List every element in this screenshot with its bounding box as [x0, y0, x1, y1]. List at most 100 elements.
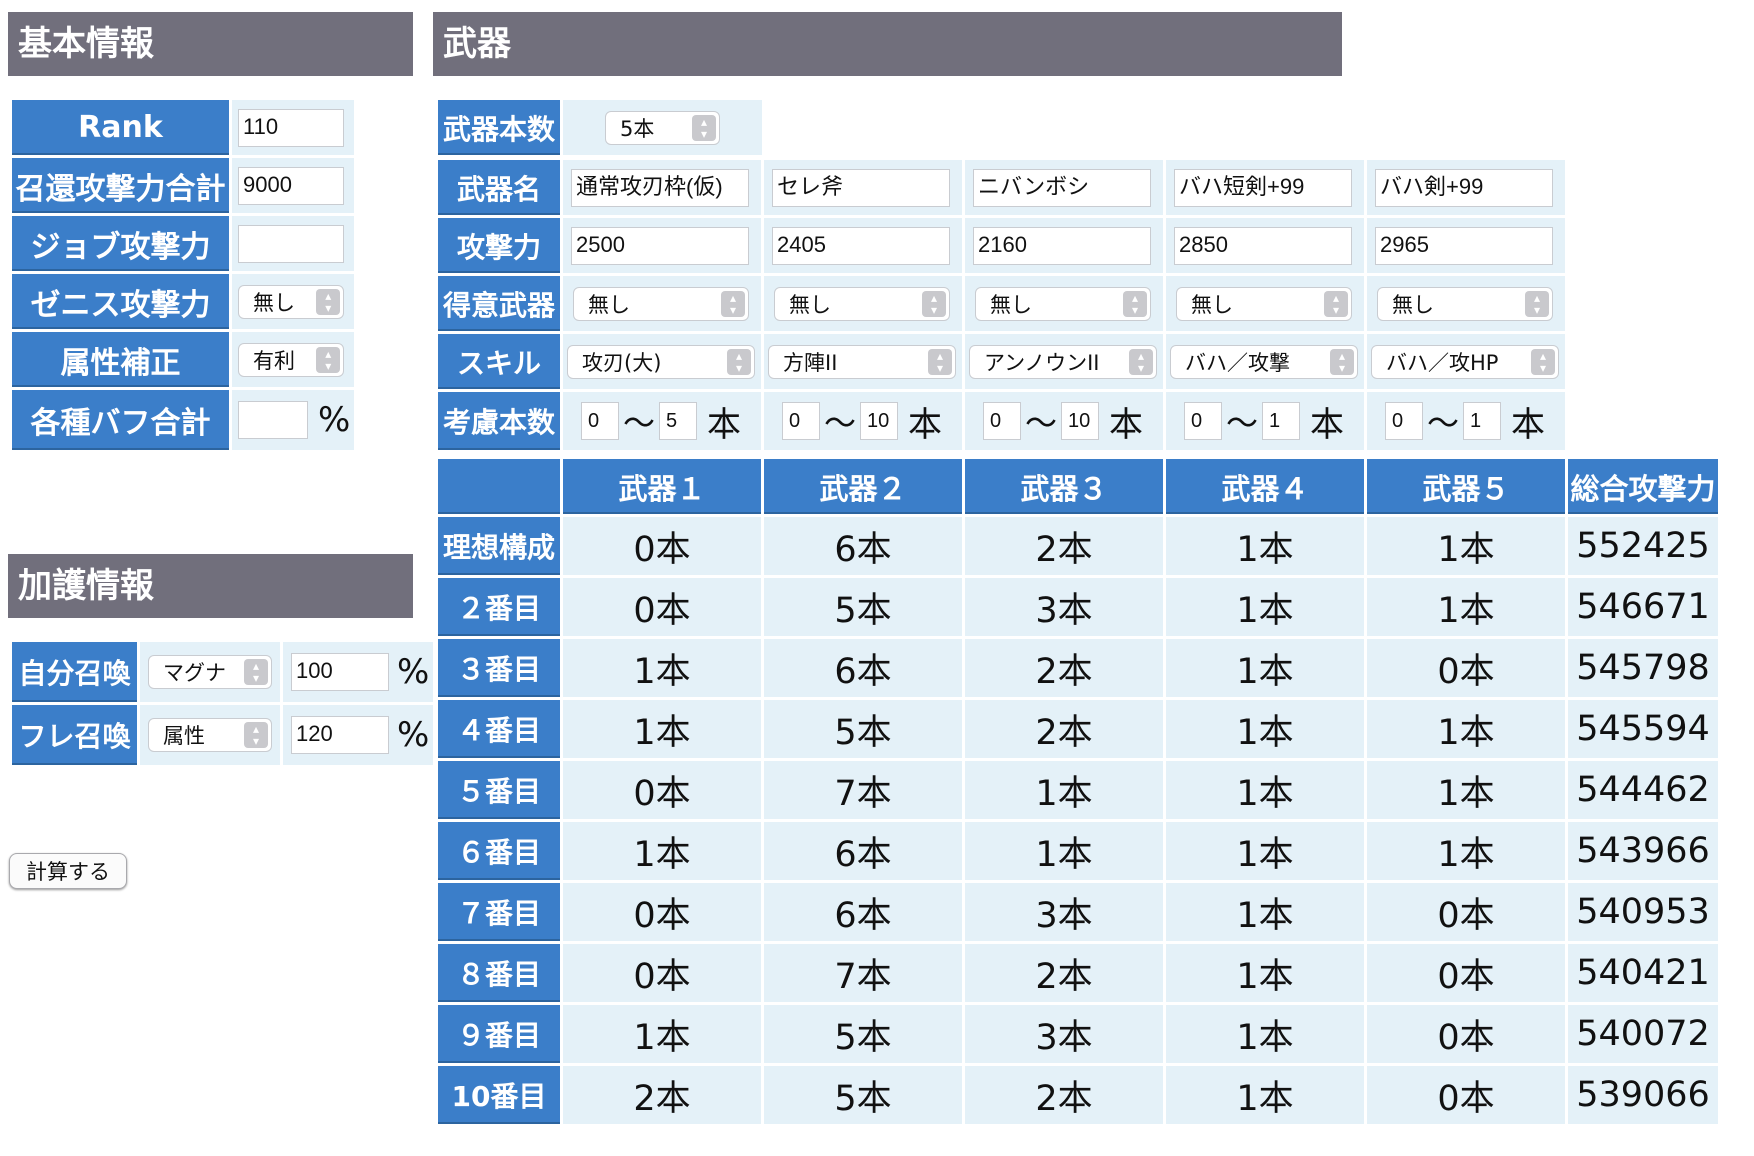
consider-max-input[interactable]: 10 — [1061, 402, 1100, 440]
zenith-attack-select[interactable]: 無し ▴ ▾ — [238, 284, 345, 319]
result-weapon-count: 1本 — [1367, 822, 1565, 880]
select-arrows-icon: ▴ ▾ — [1531, 348, 1555, 375]
calculate-button[interactable]: 計算する — [9, 853, 127, 889]
consider-unit: 本 — [1511, 404, 1546, 445]
result-weapon-count: 1本 — [563, 700, 761, 758]
consider-max-input[interactable]: 5 — [659, 402, 698, 440]
weapon-tokui-cell: 無し ▴ ▾ — [965, 276, 1163, 331]
tilde-separator: 〜 — [1025, 404, 1058, 442]
result-rank-label: ８番目 — [438, 944, 560, 1002]
result-total-attack: 545594 — [1568, 700, 1718, 758]
consider-max-input[interactable]: 10 — [860, 402, 899, 440]
weapon-name-cell: バハ剣+99 — [1367, 160, 1565, 215]
weapon-tokui-select[interactable]: 無し ▴ ▾ — [774, 286, 950, 321]
weapon-name-cell: バハ短剣+99 — [1166, 160, 1364, 215]
weapon-skill-select[interactable]: 攻刃(大) ▴ ▾ — [567, 344, 755, 379]
results-table: 武器１ 武器２ 武器３ 武器４ 武器５ 総合攻撃力 理想構成 0本 6本 2本 1本 1本 55242… — [435, 456, 1721, 1127]
rank-input[interactable]: 110 — [238, 108, 345, 147]
consider-max-input[interactable]: 1 — [1463, 402, 1502, 440]
weapon-tokui-value: 無し — [1392, 292, 1434, 317]
result-weapon-count: 0本 — [1367, 639, 1565, 697]
weapon-count-value: 5本 — [620, 116, 655, 141]
weapon-tokui-cell: 無し ▴ ▾ — [1166, 276, 1364, 331]
weapon-tokui-cell: 無し ▴ ▾ — [1367, 276, 1565, 331]
weapon-tokui-cell: 無し ▴ ▾ — [764, 276, 962, 331]
result-weapon-count: 1本 — [1166, 944, 1364, 1002]
rank-label: Rank — [12, 100, 229, 155]
result-weapon-count: 0本 — [1367, 1005, 1565, 1063]
result-weapon-count: 0本 — [563, 883, 761, 941]
weapon-tokui-select[interactable]: 無し ▴ ▾ — [1377, 286, 1553, 321]
own-summon-select[interactable]: マグナ ▴ ▾ — [148, 655, 272, 689]
weapon-count-select[interactable]: 5本 ▴ ▾ — [605, 110, 720, 145]
weapon-name-input[interactable]: 通常攻刃枠(仮) — [571, 168, 749, 207]
weapon-skill-select[interactable]: 方陣II ▴ ▾ — [768, 344, 956, 379]
weapon-attack-input[interactable]: 2965 — [1375, 226, 1553, 265]
result-total-attack: 543966 — [1568, 822, 1718, 880]
select-arrows-icon: ▴ ▾ — [316, 346, 341, 373]
weapon-name-input[interactable]: バハ短剣+99 — [1174, 168, 1352, 207]
element-bonus-select[interactable]: 有利 ▴ ▾ — [238, 342, 345, 377]
weapon-tokui-label: 得意武器 — [438, 276, 560, 331]
weapon-attack-input[interactable]: 2500 — [571, 226, 749, 265]
result-column-header: 総合攻撃力 — [1568, 459, 1718, 514]
weapon-name-input[interactable]: バハ剣+99 — [1375, 168, 1553, 207]
result-row: ７番目 0本 6本 3本 1本 0本 540953 — [438, 883, 1718, 941]
result-weapon-count: 0本 — [1367, 1066, 1565, 1124]
result-rank-label: ６番目 — [438, 822, 560, 880]
job-attack-input[interactable] — [238, 224, 345, 263]
result-row: ８番目 0本 7本 2本 1本 0本 540421 — [438, 944, 1718, 1002]
consider-min-input[interactable]: 0 — [782, 402, 820, 440]
own-summon-input[interactable]: 100 — [291, 653, 389, 691]
consider-unit: 本 — [1310, 404, 1345, 445]
friend-summon-label: フレ召喚 — [12, 705, 137, 765]
weapon-name-input[interactable]: ニバンボシ — [973, 168, 1151, 207]
consider-max-input[interactable]: 1 — [1262, 402, 1301, 440]
friend-summon-input[interactable]: 120 — [291, 716, 389, 754]
consider-min-input[interactable]: 0 — [1385, 402, 1423, 440]
own-summon-percent-unit: % — [397, 652, 430, 692]
weapon-attack-input[interactable]: 2850 — [1174, 226, 1352, 265]
result-rank-label: ９番目 — [438, 1005, 560, 1063]
weapon-attack-input[interactable]: 2160 — [973, 226, 1151, 265]
weapon-skill-value: アンノウンII — [984, 350, 1100, 375]
weapon-consider-cell: 0 〜 5 本 — [563, 392, 761, 450]
weapon-tokui-select[interactable]: 無し ▴ ▾ — [1176, 286, 1352, 321]
consider-min-input[interactable]: 0 — [581, 402, 619, 440]
result-weapon-count: 6本 — [764, 822, 962, 880]
result-rank-label: ７番目 — [438, 883, 560, 941]
own-summon-value: マグナ — [163, 661, 226, 685]
consider-min-input[interactable]: 0 — [983, 402, 1021, 440]
buff-total-label: 各種バフ合計 — [12, 390, 229, 450]
result-weapon-count: 7本 — [764, 761, 962, 819]
weapon-tokui-select[interactable]: 無し ▴ ▾ — [573, 286, 749, 321]
weapon-tokui-select[interactable]: 無し ▴ ▾ — [975, 286, 1151, 321]
result-rank-label: 10番目 — [438, 1066, 560, 1124]
result-weapon-count: 1本 — [1367, 761, 1565, 819]
result-weapon-count: 7本 — [764, 944, 962, 1002]
select-arrows-icon: ▴ ▾ — [244, 722, 268, 748]
weapon-attack-input[interactable]: 2405 — [772, 226, 950, 265]
friend-summon-select[interactable]: 属性 ▴ ▾ — [148, 718, 272, 752]
zenith-attack-value: 無し — [253, 290, 295, 315]
friend-summon-value: 属性 — [163, 724, 205, 748]
result-weapon-count: 6本 — [764, 883, 962, 941]
weapon-attack-cell: 2965 — [1367, 218, 1565, 273]
weapon-skill-select[interactable]: バハ／攻撃 ▴ ▾ — [1170, 344, 1358, 379]
result-weapon-count: 1本 — [563, 822, 761, 880]
summon-attack-input[interactable]: 9000 — [238, 166, 345, 205]
weapon-name-cell: ニバンボシ — [965, 160, 1163, 215]
select-arrows-icon: ▴ ▾ — [1129, 348, 1153, 375]
result-column-header: 武器１ — [563, 459, 761, 514]
weapon-name-input[interactable]: セレ斧 — [772, 168, 950, 207]
result-weapon-count: 1本 — [1166, 517, 1364, 575]
weapon-name-cell: セレ斧 — [764, 160, 962, 215]
weapon-skill-select[interactable]: アンノウンII ▴ ▾ — [969, 344, 1157, 379]
buff-total-input[interactable] — [238, 401, 308, 439]
weapon-skill-select[interactable]: バハ／攻HP ▴ ▾ — [1371, 344, 1559, 379]
result-total-attack: 539066 — [1568, 1066, 1718, 1124]
weapon-consider-label: 考慮本数 — [438, 392, 560, 450]
result-rank-label: ３番目 — [438, 639, 560, 697]
weapon-attack-cell: 2405 — [764, 218, 962, 273]
consider-min-input[interactable]: 0 — [1184, 402, 1222, 440]
